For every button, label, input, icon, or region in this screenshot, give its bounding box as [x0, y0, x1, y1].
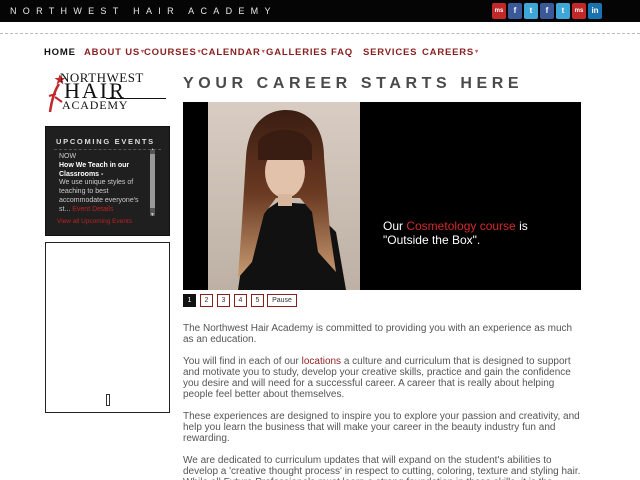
- intro-paragraph-1: The Northwest Hair Academy is committed …: [183, 323, 573, 345]
- facebook-icon[interactable]: f: [540, 3, 554, 19]
- logo-line-3: ACADEMY: [62, 98, 129, 112]
- cosmetology-course-link[interactable]: Cosmetology course: [406, 219, 515, 233]
- events-divider: [54, 149, 161, 150]
- intro-paragraph-2: You will find in each of our locations a…: [183, 356, 583, 400]
- nav-calendar-label: CALENDAR: [201, 47, 261, 58]
- nav-faq-label: FAQ: [331, 47, 353, 58]
- top-bar: NORTHWEST HAIR ACADEMY ms f t f t ms in: [0, 0, 640, 22]
- nav-about-label: ABOUT US: [84, 47, 141, 58]
- hero-slider[interactable]: Our Cosmetology course is "Outside the B…: [183, 102, 581, 290]
- slide-4-button[interactable]: 4: [234, 294, 247, 307]
- chevron-down-icon: ▾: [261, 49, 266, 55]
- hero-photo: [208, 102, 360, 290]
- view-all-events-link[interactable]: View all Upcoming Events: [57, 218, 132, 225]
- nav-about-us[interactable]: ABOUT US▾: [84, 47, 145, 58]
- nav-galleries-label: GALLERIES: [266, 47, 328, 58]
- events-scrollbar[interactable]: [150, 150, 155, 216]
- nav-calendar[interactable]: CALENDAR▾: [201, 47, 266, 58]
- event-date: NOW: [59, 153, 77, 160]
- caption-text-1: Our: [383, 219, 407, 233]
- nav-careers[interactable]: CAREERS▾: [422, 47, 479, 58]
- nav-courses[interactable]: COURSES▾: [144, 47, 201, 58]
- nav-careers-label: CAREERS: [422, 47, 475, 58]
- main-nav: HOME ABOUT US▾ COURSES▾ CALENDAR▾ GALLER…: [0, 47, 640, 59]
- scroll-thumb[interactable]: [150, 154, 155, 208]
- nav-services[interactable]: SERVICES: [363, 47, 417, 58]
- chevron-down-icon: ▾: [475, 49, 479, 55]
- divider: [0, 33, 640, 34]
- slide-1-button[interactable]: 1: [183, 294, 196, 307]
- nav-home[interactable]: HOME: [44, 47, 76, 58]
- linkedin-icon[interactable]: in: [588, 3, 602, 19]
- nav-courses-label: COURSES: [144, 47, 197, 58]
- para2-text-1: You will find in each of our: [183, 356, 302, 367]
- pause-button[interactable]: Pause: [267, 294, 297, 307]
- site-title: NORTHWEST HAIR ACADEMY: [10, 6, 277, 16]
- twitter-icon[interactable]: t: [556, 3, 570, 19]
- events-title: UPCOMING EVENTS: [56, 137, 155, 146]
- intro-paragraph-3: These experiences are designed to inspir…: [183, 411, 580, 444]
- intro-text: The Northwest Hair Academy is committed …: [183, 323, 583, 480]
- event-details-link[interactable]: Event Details: [72, 206, 113, 213]
- event-description: We use unique styles of teaching to best…: [59, 178, 149, 214]
- nav-faq[interactable]: FAQ: [331, 47, 353, 58]
- myspace-icon[interactable]: ms: [492, 3, 506, 19]
- slide-caption: Our Cosmetology course is "Outside the B…: [383, 219, 563, 247]
- nav-services-label: SERVICES: [363, 47, 418, 58]
- nav-home-label: HOME: [44, 47, 76, 58]
- locations-link[interactable]: locations: [302, 356, 341, 367]
- upcoming-events-box: UPCOMING EVENTS NOW How We Teach in our …: [45, 126, 170, 236]
- myspace-icon[interactable]: ms: [572, 3, 586, 19]
- scroll-down-icon[interactable]: ▼: [150, 212, 155, 218]
- nav-galleries[interactable]: GALLERIES: [266, 47, 328, 58]
- page-title: YOUR CAREER STARTS HERE: [183, 75, 524, 92]
- event-headline[interactable]: How We Teach in our Classrooms -: [59, 161, 147, 179]
- sidebar-widget: [45, 242, 170, 413]
- slide-3-button[interactable]: 3: [217, 294, 230, 307]
- slide-2-button[interactable]: 2: [200, 294, 213, 307]
- intro-paragraph-4: We are dedicated to curriculum updates t…: [183, 455, 581, 480]
- slide-5-button[interactable]: 5: [251, 294, 264, 307]
- site-logo[interactable]: NORTHWEST HAIR ACADEMY: [46, 70, 170, 113]
- twitter-icon[interactable]: t: [524, 3, 538, 19]
- facebook-icon[interactable]: f: [508, 3, 522, 19]
- widget-scroll-handle[interactable]: [106, 394, 110, 406]
